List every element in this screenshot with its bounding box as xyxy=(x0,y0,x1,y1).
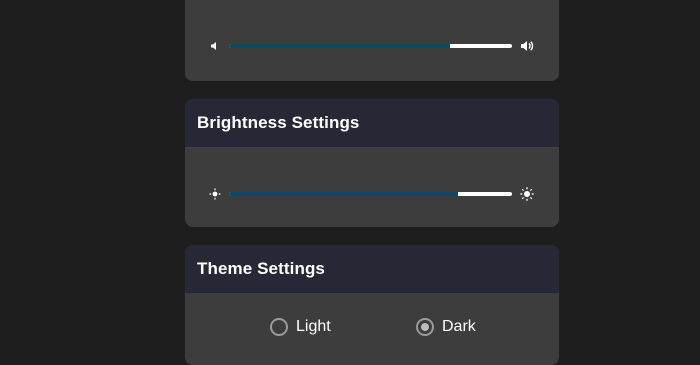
brightness-settings-card: Brightness Settings xyxy=(185,99,559,227)
theme-card-title: Theme Settings xyxy=(197,259,325,278)
theme-settings-card: Theme Settings Light Dark xyxy=(185,245,559,365)
volume-settings-card xyxy=(185,0,559,81)
theme-card-header: Theme Settings xyxy=(185,245,559,293)
volume-slider-fill xyxy=(229,44,450,48)
brightness-slider-row xyxy=(185,184,559,204)
brightness-card-title: Brightness Settings xyxy=(197,113,360,132)
brightness-slider[interactable] xyxy=(229,192,512,196)
volume-high-icon xyxy=(517,36,537,56)
radio-button-dark[interactable] xyxy=(416,318,434,336)
brightness-slider-fill xyxy=(229,192,459,196)
volume-slider-row xyxy=(185,36,559,56)
theme-option-light-label: Light xyxy=(296,318,331,335)
brightness-card-header: Brightness Settings xyxy=(185,99,559,147)
theme-radio-group: Light Dark xyxy=(185,314,559,340)
theme-option-dark-label: Dark xyxy=(442,318,476,335)
theme-option-dark[interactable]: Dark xyxy=(416,314,476,340)
brightness-low-icon xyxy=(205,184,225,204)
settings-column: Brightness Settings Theme Settings Light… xyxy=(185,0,559,365)
radio-button-light[interactable] xyxy=(270,318,288,336)
brightness-high-icon xyxy=(517,184,537,204)
volume-slider[interactable] xyxy=(229,44,512,48)
theme-option-light[interactable]: Light xyxy=(270,314,331,340)
volume-low-icon xyxy=(204,36,224,56)
